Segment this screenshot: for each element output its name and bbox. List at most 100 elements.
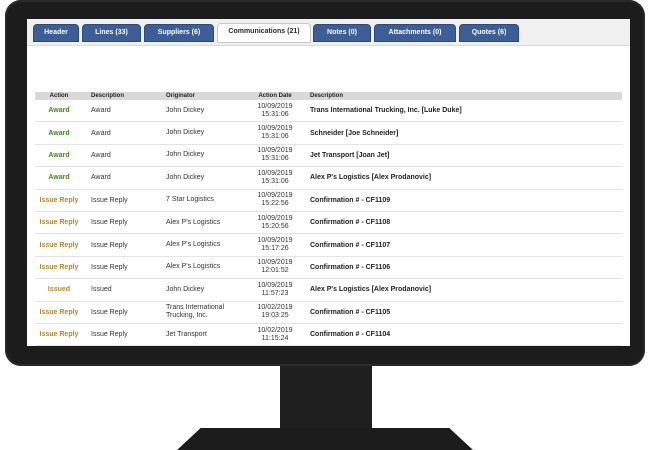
detail-cell: Confirmation # - CF1107 (310, 241, 391, 249)
table-row[interactable]: Issue Reply Issue Reply Alex P's Logistics… (35, 212, 622, 235)
originator-cell: John Dickey (166, 106, 205, 114)
description-cell: Award (91, 129, 111, 137)
description-cell: Award (91, 174, 111, 182)
detail-cell: Trans International Trucking, Inc. [Luke… (310, 107, 462, 115)
originator-cell: John Dickey (166, 151, 205, 159)
action-date-cell: 10/09/2019 15:31:06 (249, 122, 301, 143)
column-header-description[interactable]: Description (91, 92, 161, 100)
table-row[interactable]: Issue Reply Issue Reply Alex P's Logistics… (35, 234, 622, 257)
originator-cell: Alex P's Logistics (166, 263, 221, 271)
action-date-cell: 10/09/2019 15:22:56 (249, 190, 301, 211)
action-date-cell: 10/09/2019 15:20:56 (249, 212, 301, 233)
originator-cell: Alex P's Logistics (166, 218, 221, 226)
action-time: 15:31:06 (261, 110, 289, 118)
tab-lines[interactable]: Lines (33) (82, 24, 141, 42)
action-link[interactable]: Award (35, 122, 83, 143)
action-date: 10/09/2019 (257, 214, 293, 222)
action-link[interactable]: Award (35, 167, 83, 188)
tab-notes[interactable]: Notes (0) (313, 24, 371, 42)
action-date: 10/09/2019 (257, 192, 293, 200)
action-date: 10/02/2019 (257, 326, 293, 334)
action-time: 15:22:56 (261, 200, 289, 208)
action-link[interactable]: Issue Reply (35, 302, 83, 323)
detail-cell: Confirmation # - CF1108 (310, 219, 391, 227)
description-cell: Issue Reply (91, 308, 128, 316)
table-header: Action Description Originator Action Dat… (35, 92, 622, 100)
action-date: 10/09/2019 (257, 147, 293, 155)
action-time: 15:20:56 (261, 222, 289, 230)
description-cell: Issue Reply (91, 196, 128, 204)
originator-cell: Alex P's Logistics (166, 241, 221, 249)
app-screen: Header Lines (33) Suppliers (6) Communic… (27, 19, 630, 346)
table-row[interactable]: Award Award John Dickey 10/09/2019 15:31:06 S… (35, 122, 622, 145)
action-date: 10/09/2019 (257, 237, 293, 245)
action-date-cell: 10/09/2019 15:31:06 (249, 145, 301, 166)
detail-cell: Confirmation # - CF1106 (310, 263, 391, 271)
action-link[interactable]: Issue Reply (35, 212, 83, 233)
table-row[interactable]: Issue Reply Issue Reply 7 Star Logistics 10… (35, 190, 622, 212)
action-date-cell: 10/09/2019 15:31:06 (249, 167, 301, 188)
column-header-action-date[interactable]: Action Date (249, 92, 301, 100)
description-cell: Issue Reply (91, 241, 128, 249)
action-time: 15:31:06 (261, 133, 289, 141)
action-link[interactable]: Issued (35, 279, 83, 300)
detail-cell: Jet Transport [Joan Jet] (310, 151, 390, 159)
table-body: Award Award John Dickey 10/09/2019 15:31:06 T… (35, 100, 622, 346)
table-row[interactable]: Issue Reply Issue Reply Alex P's Logistics… (35, 257, 622, 280)
action-time: 15:17:26 (261, 245, 289, 253)
action-time: 15:31:06 (261, 155, 289, 163)
description-cell: Award (91, 107, 111, 115)
action-date: 10/09/2019 (257, 169, 293, 177)
action-time: 15:31:06 (261, 177, 289, 185)
column-header-action[interactable]: Action (35, 92, 83, 100)
table-row[interactable]: Issued Issued John Dickey 10/09/2019 11:57:2… (35, 279, 622, 302)
description-cell: Award (91, 151, 111, 159)
communications-table: Action Description Originator Action Dat… (35, 92, 622, 346)
table-row[interactable]: Issue Reply Issue Reply Jet Transport 10/02… (35, 324, 622, 346)
action-link[interactable]: Issue Reply (35, 234, 83, 255)
tab-attachments[interactable]: Attachments (0) (374, 24, 456, 42)
action-date: 10/09/2019 (257, 281, 293, 289)
tab-communications[interactable]: Communications (21) (217, 23, 311, 43)
tab-quotes[interactable]: Quotes (6) (459, 24, 519, 42)
originator-cell: Jet Transport (166, 330, 207, 338)
table-row[interactable]: Award Award John Dickey 10/09/2019 15:31:06 T… (35, 100, 622, 123)
action-date: 10/09/2019 (257, 125, 293, 133)
action-link[interactable]: Issue Reply (35, 324, 83, 345)
column-header-originator[interactable]: Originator (166, 92, 246, 100)
monitor-bezel: Header Lines (33) Suppliers (6) Communic… (5, 0, 645, 366)
column-header-detail[interactable]: Description (310, 92, 620, 100)
action-link[interactable]: Issue Reply (35, 190, 83, 211)
tab-bar: Header Lines (33) Suppliers (6) Communic… (27, 19, 630, 46)
originator-cell: John Dickey (166, 129, 205, 137)
action-date-cell: 10/09/2019 12:01:52 (249, 257, 301, 278)
monitor-stand-base (177, 428, 473, 450)
originator-cell: Trans International Trucking, Inc. (166, 304, 225, 320)
description-cell: Issue Reply (91, 263, 128, 271)
action-link[interactable]: Award (35, 100, 83, 121)
action-date-cell: 10/09/2019 15:17:26 (249, 234, 301, 255)
description-cell: Issued (91, 286, 112, 294)
table-row[interactable]: Issue Reply Issue Reply Trans Internationa… (35, 302, 622, 324)
originator-cell: John Dickey (166, 173, 205, 181)
tab-suppliers[interactable]: Suppliers (6) (144, 24, 214, 42)
action-date-cell: 10/02/2019 11:15:24 (249, 324, 301, 345)
action-link[interactable]: Issue Reply (35, 257, 83, 278)
detail-cell: Confirmation # - CF1109 (310, 196, 391, 204)
originator-cell: 7 Star Logistics (166, 196, 214, 204)
action-time: 12:01:52 (261, 267, 289, 275)
detail-cell: Alex P's Logistics [Alex Prodanovic] (310, 174, 432, 182)
action-time: 11:57:23 (261, 289, 289, 297)
action-time: 19:03:25 (261, 312, 289, 320)
action-link[interactable]: Award (35, 145, 83, 166)
detail-cell: Schneider [Joe Schneider] (310, 129, 399, 137)
table-row[interactable]: Award Award John Dickey 10/09/2019 15:31:06 A… (35, 167, 622, 190)
action-date: 10/02/2019 (257, 304, 293, 312)
tab-header[interactable]: Header (33, 24, 79, 42)
detail-cell: Alex P's Logistics [Alex Prodanovic] (310, 286, 432, 294)
detail-cell: Confirmation # - CF1105 (310, 308, 391, 316)
action-date-cell: 10/02/2019 19:03:25 (249, 302, 301, 323)
originator-cell: John Dickey (166, 285, 205, 293)
description-cell: Issue Reply (91, 331, 128, 339)
table-row[interactable]: Award Award John Dickey 10/09/2019 15:31:06 J… (35, 145, 622, 168)
